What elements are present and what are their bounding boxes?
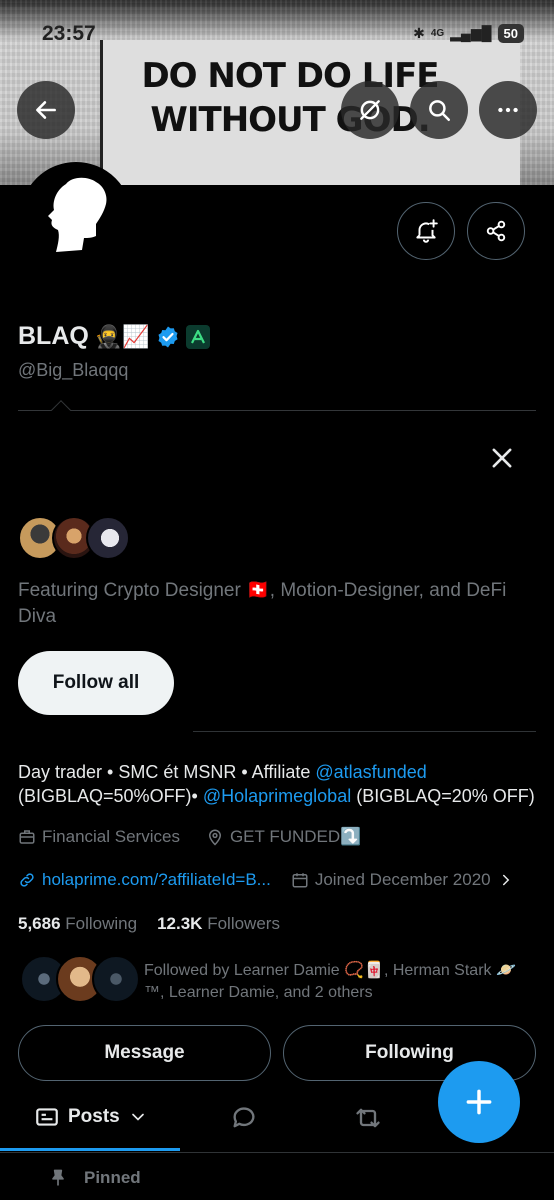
followers-label: Followers <box>207 914 280 933</box>
back-button[interactable] <box>17 81 75 139</box>
link-icon <box>20 873 34 887</box>
banner-slogan: DO NOT DO LIFE WITHOUT GOD. <box>141 56 439 140</box>
joined-date: Joined December 2020 <box>314 870 491 889</box>
signal-icon: ▂▄▆█ <box>450 25 492 41</box>
followed-by-text[interactable]: Followed by Learner Damie 📿🀄, Herman Sta… <box>144 960 534 1004</box>
arrow-left-icon <box>36 101 56 119</box>
pinned-indicator: Pinned <box>48 1168 141 1188</box>
follow-all-button[interactable]: Follow all <box>18 651 174 715</box>
profile-location: GET FUNDED⤵️ <box>229 827 362 846</box>
following-label: Following <box>65 914 138 933</box>
mention-link[interactable]: @atlasfunded <box>315 762 426 782</box>
share-button[interactable] <box>467 202 525 260</box>
chevron-right-icon[interactable] <box>497 871 515 889</box>
meta-row-2: holaprime.com/?affiliateId=B... Joined D… <box>18 870 515 890</box>
profile-bio: Day trader • SMC ét MSNR • Affiliate @at… <box>18 760 543 808</box>
chevron-down-icon <box>131 1113 144 1121</box>
name-row: BLAQ 🥷📈 <box>18 322 210 351</box>
close-suggestions-icon[interactable] <box>488 444 516 472</box>
following-count: 5,686 <box>18 914 61 933</box>
following-count-link[interactable]: 5,686 Following <box>18 914 137 934</box>
mention-link[interactable]: @Holaprimeglobal <box>203 786 351 806</box>
more-icon <box>498 107 518 113</box>
bell-plus-icon <box>416 219 438 243</box>
suggested-avatars[interactable] <box>18 516 130 560</box>
followers-count: 12.3K <box>157 914 203 933</box>
search-icon <box>429 100 450 121</box>
grok-icon <box>360 100 380 120</box>
website-link[interactable]: holaprime.com/?affiliateId=B... <box>42 870 271 890</box>
search-button[interactable] <box>410 81 468 139</box>
affiliate-badge-icon[interactable] <box>185 324 210 349</box>
tab-posts-label: Posts <box>68 1106 120 1127</box>
notifications-button[interactable] <box>397 202 455 260</box>
profile-avatar[interactable] <box>20 162 132 274</box>
status-icons: ✱ 4G ▂▄▆█ 50 <box>413 24 524 43</box>
profile-category[interactable]: Financial Services <box>42 827 180 847</box>
battery-indicator: 50 <box>497 24 524 43</box>
tab-posts[interactable]: Posts <box>34 1104 148 1130</box>
suggestions-text: Featuring Crypto Designer 🇨🇭, Motion-Des… <box>18 580 507 627</box>
calendar-icon <box>292 873 308 888</box>
compose-button[interactable] <box>438 1061 520 1143</box>
active-tab-indicator <box>0 1148 180 1151</box>
follower-avatar <box>92 955 140 1003</box>
profile-name: BLAQ <box>18 322 89 350</box>
followers-count-link[interactable]: 12.3K Followers <box>157 914 280 934</box>
meta-row-1: Financial Services GET FUNDED⤵️ <box>18 827 361 847</box>
more-button[interactable] <box>479 81 537 139</box>
briefcase-icon <box>19 830 35 844</box>
tab-reposts-icon[interactable] <box>354 1104 382 1132</box>
profile-handle: @Big_Blaqqq <box>18 360 129 380</box>
tabs-divider <box>0 1152 554 1153</box>
verified-badge-icon[interactable] <box>156 325 180 349</box>
name-emojis: 🥷📈 <box>94 323 150 349</box>
bio-text: (BIGBLAQ=50%OFF)• <box>18 786 203 806</box>
status-bar: 23:57 ✱ 4G ▂▄▆█ 50 <box>0 18 554 52</box>
divider <box>193 731 536 732</box>
posts-icon <box>36 1108 58 1126</box>
location-pin-icon <box>208 829 221 846</box>
pin-icon <box>52 1169 64 1186</box>
bio-text: Day trader • SMC ét MSNR • Affiliate <box>18 762 316 782</box>
suggestions-divider <box>18 400 536 420</box>
bio-text: (BIGBLAQ=20% OFF) <box>351 786 535 806</box>
share-icon <box>486 220 506 242</box>
grok-button[interactable] <box>341 81 399 139</box>
plus-icon <box>466 1089 492 1115</box>
pinned-label: Pinned <box>84 1168 141 1187</box>
bluetooth-icon: ✱ <box>413 25 425 41</box>
suggested-avatar[interactable] <box>86 516 130 560</box>
followed-by-avatars[interactable] <box>20 955 140 1003</box>
tab-replies-icon[interactable] <box>230 1104 258 1132</box>
silhouette-icon <box>48 177 107 252</box>
network-label: 4G <box>430 28 445 39</box>
status-time: 23:57 <box>42 22 96 45</box>
follow-counts: 5,686 Following 12.3K Followers <box>18 914 280 934</box>
message-button[interactable]: Message <box>18 1025 271 1081</box>
